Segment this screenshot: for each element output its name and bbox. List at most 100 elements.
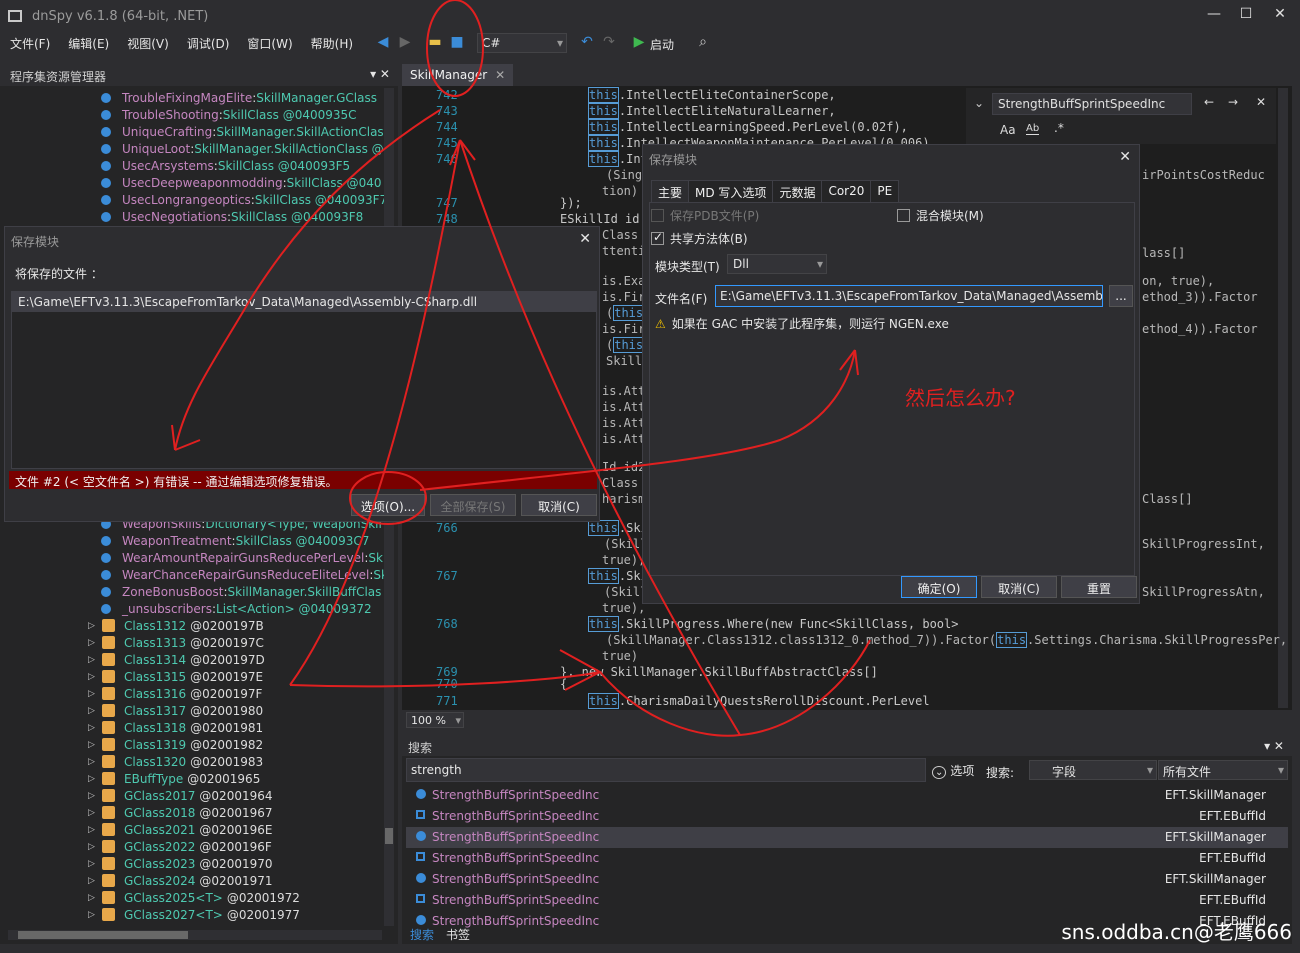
tree-class[interactable]: ▷ EBuffType @02001965 bbox=[88, 770, 260, 787]
code-text[interactable]: this.IntellectLearningSpeed.PerLevel(0.0… bbox=[588, 119, 908, 135]
search-result-row[interactable]: StrengthBuffSprintSpeedInc EFT.SkillManag… bbox=[406, 827, 1288, 848]
tree-class[interactable]: ▷ Class1318 @02001981 bbox=[88, 719, 263, 736]
expand-icon[interactable]: ▷ bbox=[88, 672, 98, 682]
tree-class[interactable]: ▷ GClass2017 @02001964 bbox=[88, 787, 273, 804]
expand-icon[interactable]: ▷ bbox=[88, 774, 98, 784]
menu-view[interactable]: 视图(V) bbox=[127, 35, 169, 52]
close-icon[interactable]: ✕ bbox=[1119, 149, 1131, 165]
start-icon[interactable]: ▶ bbox=[630, 34, 648, 52]
search-options-toggle[interactable]: ⌄ 选项 bbox=[932, 762, 974, 779]
zoom-select[interactable]: 100 % ▾ bbox=[406, 712, 464, 728]
tree-class[interactable]: ▷ Class1313 @0200197C bbox=[88, 634, 264, 651]
menu-debug[interactable]: 调试(D) bbox=[187, 35, 230, 52]
expand-icon[interactable]: ▷ bbox=[88, 876, 98, 886]
language-select[interactable]: C# ▾ bbox=[477, 33, 567, 53]
tree-class[interactable]: ▷ Class1312 @0200197B bbox=[88, 617, 264, 634]
expand-icon[interactable]: ▷ bbox=[88, 893, 98, 903]
search-result-row[interactable]: StrengthBuffSprintSpeedInc EFT.SkillManag… bbox=[406, 869, 1288, 890]
tree-member[interactable]: UsecDeepweaponmodding : SkillClass @040 bbox=[100, 174, 381, 191]
save-all-button[interactable]: 全部保存(S) bbox=[430, 494, 516, 516]
expand-icon[interactable]: ▷ bbox=[88, 706, 98, 716]
tree-member[interactable]: WearChanceRepairGunsReduceEliteLevel : S… bbox=[100, 566, 388, 583]
tree-member[interactable]: _unsubscribers : List<Action> @04009372 bbox=[100, 600, 372, 617]
code-text[interactable]: this.Ski bbox=[588, 520, 648, 536]
tree-class[interactable]: ▷ Class1320 @02001983 bbox=[88, 753, 263, 770]
tree-member[interactable]: ZoneBonusBoost : SkillManager.SkillBuffC… bbox=[100, 583, 381, 600]
expand-icon[interactable]: ▷ bbox=[88, 825, 98, 835]
tree-class[interactable]: ▷ Class1319 @02001982 bbox=[88, 736, 263, 753]
expand-icon[interactable]: ▷ bbox=[88, 791, 98, 801]
code-text[interactable]: }, new SkillManager.SkillBuffAbstractCla… bbox=[560, 665, 878, 679]
expand-icon[interactable]: ▷ bbox=[88, 689, 98, 699]
save-pdb-checkbox[interactable]: 保存PDB文件(P) bbox=[651, 207, 759, 224]
search-result-row[interactable]: StrengthBuffSprintSpeedInc EFT.SkillManag… bbox=[406, 785, 1288, 806]
code-text[interactable]: this.Int bbox=[588, 151, 648, 167]
undo-icon[interactable]: ↶ bbox=[578, 34, 596, 52]
menu-window[interactable]: 窗口(W) bbox=[247, 35, 292, 52]
code-text[interactable]: this.CharismaDailyQuestsRerollDiscount.P… bbox=[588, 693, 930, 709]
options-button[interactable]: 选项(O)... bbox=[351, 494, 425, 516]
browse-button[interactable]: ... bbox=[1109, 285, 1133, 307]
panel-controls[interactable]: ▾ ✕ bbox=[1264, 739, 1284, 753]
tree-member[interactable]: UsecNegotiations : SkillClass @040093F8 bbox=[100, 208, 363, 225]
file-row[interactable]: E:\Game\EFTv3.11.3\EscapeFromTarkov_Data… bbox=[12, 292, 596, 312]
minimize-button[interactable]: — bbox=[1204, 6, 1224, 26]
save-all-icon[interactable]: ■ bbox=[448, 34, 466, 52]
tree-member[interactable]: TroubleFixingMagElite : SkillManager.GCl… bbox=[100, 89, 377, 106]
code-text[interactable]: ESkillId id bbox=[560, 212, 639, 226]
mixed-module-checkbox[interactable]: 混合模块(M) bbox=[897, 207, 984, 224]
next-match-icon[interactable]: → bbox=[1228, 95, 1238, 109]
expand-icon[interactable]: ▷ bbox=[88, 842, 98, 852]
expand-icon[interactable]: ▷ bbox=[88, 621, 98, 631]
whole-word-icon[interactable]: Ab bbox=[1026, 123, 1040, 135]
panel-controls[interactable]: ▾ ✕ bbox=[370, 67, 390, 81]
tree-class[interactable]: ▷ Class1315 @0200197E bbox=[88, 668, 263, 685]
expand-icon[interactable]: ▷ bbox=[88, 655, 98, 665]
code-text[interactable]: }); bbox=[560, 196, 582, 210]
search-query-input[interactable]: strength bbox=[406, 758, 926, 782]
cancel-button[interactable]: 取消(C) bbox=[521, 494, 597, 516]
open-folder-icon[interactable]: ▬ bbox=[426, 34, 444, 52]
code-text[interactable]: this.Ski bbox=[588, 568, 648, 584]
tree-member[interactable]: UsecLongrangeoptics : SkillClass @040093… bbox=[100, 191, 387, 208]
bottom-tab-search[interactable]: 搜索 bbox=[410, 926, 434, 943]
tree-class[interactable]: ▷ Class1317 @02001980 bbox=[88, 702, 263, 719]
editor-scrollbar[interactable] bbox=[1278, 88, 1288, 708]
expand-icon[interactable]: ▷ bbox=[88, 723, 98, 733]
expand-icon[interactable]: ▷ bbox=[88, 859, 98, 869]
forward-icon[interactable]: ▶ bbox=[396, 34, 414, 52]
redo-icon[interactable]: ↷ bbox=[600, 34, 618, 52]
tree-class[interactable]: ▷ GClass2022 @0200196F bbox=[88, 838, 272, 855]
expand-icon[interactable]: ▷ bbox=[88, 757, 98, 767]
tab-close-icon[interactable]: ✕ bbox=[495, 68, 505, 82]
tree-class[interactable]: ▷ Class1314 @0200197D bbox=[88, 651, 265, 668]
tree-class[interactable]: ▷ GClass2023 @02001970 bbox=[88, 855, 273, 872]
tree-class[interactable]: ▷ GClass2025<T> @02001972 bbox=[88, 889, 300, 906]
tree-member[interactable]: TroubleShooting : SkillClass @0400935C bbox=[100, 106, 357, 123]
code-text[interactable]: this.SkillProgress.Where(new Func<SkillC… bbox=[588, 616, 958, 632]
expand-icon[interactable]: ▷ bbox=[88, 638, 98, 648]
tab-skillmanager[interactable]: SkillManager ✕ bbox=[402, 64, 514, 86]
reset-button[interactable]: 重置 bbox=[1061, 576, 1137, 598]
menu-file[interactable]: 文件(F) bbox=[10, 35, 50, 52]
search-result-row[interactable]: StrengthBuffSprintSpeedInc EFT.EBuffId bbox=[406, 890, 1288, 911]
cancel-button[interactable]: 取消(C) bbox=[981, 576, 1057, 598]
tree-class[interactable]: ▷ GClass2024 @02001971 bbox=[88, 872, 273, 889]
start-label[interactable]: 启动 bbox=[650, 36, 674, 53]
tree-member[interactable]: WeaponTreatment : SkillClass @040093C7 bbox=[100, 532, 369, 549]
search-result-row[interactable]: StrengthBuffSprintSpeedInc EFT.EBuffId bbox=[406, 848, 1288, 869]
tree-class[interactable]: ▷ GClass2027<T> @02001977 bbox=[88, 906, 300, 923]
regex-icon[interactable]: .* bbox=[1054, 121, 1064, 135]
tree-member[interactable]: UniqueCrafting : SkillManager.SkillActio… bbox=[100, 123, 384, 140]
search-result-row[interactable]: StrengthBuffSprintSpeedInc EFT.EBuffId bbox=[406, 806, 1288, 827]
tree-member[interactable]: UsecArsystems : SkillClass @040093F5 bbox=[100, 157, 350, 174]
chevron-down-icon[interactable]: ⌄ bbox=[974, 96, 984, 110]
search-scope-select[interactable]: 所有文件 ▾ bbox=[1158, 760, 1288, 780]
search-kind-select[interactable]: 字段 ▾ bbox=[1029, 760, 1157, 780]
find-input[interactable]: StrengthBuffSprintSpeedInc bbox=[992, 93, 1192, 115]
ok-button[interactable]: 确定(O) bbox=[901, 576, 977, 598]
code-text[interactable]: { bbox=[560, 677, 567, 691]
prev-match-icon[interactable]: ← bbox=[1204, 95, 1214, 109]
close-find-icon[interactable]: ✕ bbox=[1256, 95, 1266, 109]
filename-input[interactable]: E:\Game\EFTv3.11.3\EscapeFromTarkov_Data… bbox=[715, 285, 1103, 307]
